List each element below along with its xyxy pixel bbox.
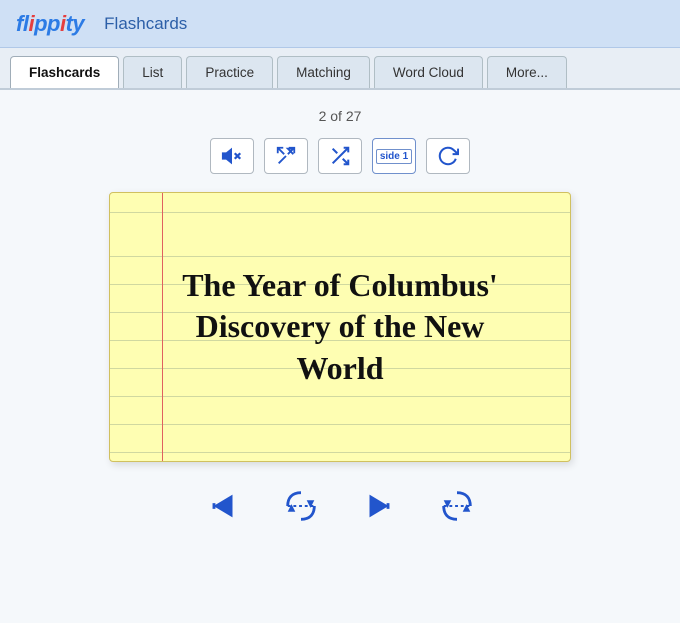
back-button[interactable] [198,484,248,528]
tab-flashcards[interactable]: Flashcards [10,56,119,88]
mute-button[interactable] [210,138,254,174]
header: flippity Flashcards [0,0,680,48]
shuffle-button[interactable] [318,138,362,174]
flashcard[interactable]: The Year of Columbus' Discovery of the N… [109,192,571,462]
card-counter: 2 of 27 [319,108,362,124]
nav-row [198,484,482,528]
main-content: 2 of 27 [0,90,680,623]
header-title: Flashcards [104,14,187,34]
fullscreen-button[interactable] [264,138,308,174]
tab-list[interactable]: List [123,56,182,88]
tabs-bar: Flashcards List Practice Matching Word C… [0,48,680,90]
flashcard-text: The Year of Columbus' Discovery of the N… [150,265,530,390]
tab-more[interactable]: More... [487,56,567,88]
tab-matching[interactable]: Matching [277,56,370,88]
rotate-button[interactable] [426,138,470,174]
side-button[interactable]: side 1 [372,138,416,174]
flip-down-button[interactable] [276,484,326,528]
tab-word-cloud[interactable]: Word Cloud [374,56,483,88]
forward-button[interactable] [354,484,404,528]
tab-practice[interactable]: Practice [186,56,273,88]
controls-row: side 1 [210,138,470,174]
flip-up-button[interactable] [432,484,482,528]
logo: flippity [16,11,84,37]
